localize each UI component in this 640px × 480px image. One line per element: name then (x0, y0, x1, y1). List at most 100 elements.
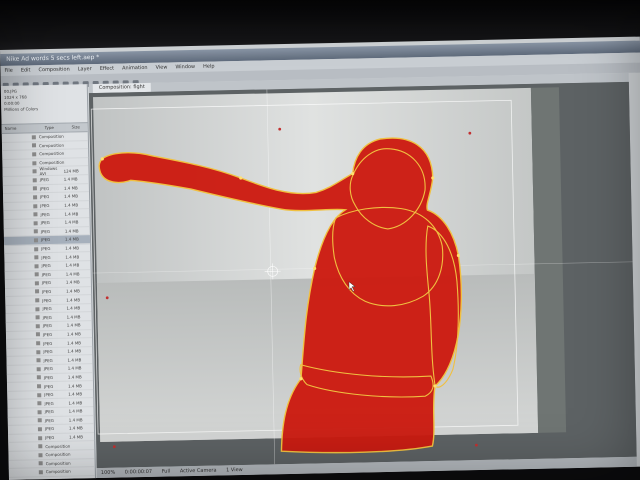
project-panel: 00.JPG 1024 x 768 0:00:00 Millions of Co… (0, 84, 97, 480)
item-size: 1.4 MB (67, 374, 82, 380)
column-size[interactable]: Size (69, 123, 80, 131)
footage-icon (34, 272, 39, 277)
item-type: JPEG (40, 194, 50, 200)
footage-icon (34, 281, 39, 286)
item-type: Composition (39, 159, 65, 166)
footage-icon (36, 367, 41, 372)
item-type: JPEG (42, 331, 53, 338)
project-item[interactable]: Composition (8, 475, 96, 480)
footage-icon (37, 392, 42, 397)
composition-icon (31, 135, 36, 140)
item-size: 1.4 MB (65, 271, 80, 277)
view-layout-menu[interactable]: 1 View (226, 467, 243, 473)
footage-icon (35, 289, 40, 294)
item-type: Composition (38, 142, 65, 149)
item-type: JPEG (40, 211, 50, 217)
footage-icon (34, 246, 39, 251)
item-size: 1.4 MB (64, 193, 78, 200)
item-size: 1.4 MB (65, 245, 80, 251)
footage-icon (33, 238, 39, 243)
item-type: Composition (38, 133, 64, 140)
item-type: JPEG (44, 409, 54, 415)
footage-icon (37, 418, 42, 423)
item-type: JPEG (43, 357, 53, 363)
item-size: 1.4 MB (67, 365, 82, 371)
composition-icon (38, 444, 43, 449)
composition-viewer[interactable] (88, 81, 637, 469)
footage-icon (36, 375, 41, 380)
column-name[interactable]: Name (2, 124, 42, 133)
resolution-menu[interactable]: Full (162, 469, 171, 475)
item-type: JPEG (44, 426, 55, 432)
zoom-menu[interactable]: 100% (101, 470, 115, 476)
composition-icon (32, 152, 37, 157)
item-type: JPEG (40, 203, 50, 209)
item-size: 1.4 MB (66, 296, 81, 303)
item-type: JPEG (43, 366, 53, 372)
item-size: 1.4 MB (67, 382, 82, 389)
menu-item-effect[interactable]: Effect (100, 66, 115, 72)
item-type: Composition (45, 451, 71, 458)
item-type: JPEG (41, 263, 51, 269)
menu-item-composition[interactable]: Composition (38, 67, 69, 74)
item-type: JPEG (39, 177, 49, 183)
item-size: 1.4 MB (66, 331, 81, 337)
item-size: 1.4 MB (64, 202, 79, 208)
menu-item-layer[interactable]: Layer (78, 66, 92, 72)
item-size: 1.4 MB (68, 408, 83, 414)
footage-icon (36, 358, 41, 363)
footage-icon (36, 341, 41, 346)
item-type: JPEG (42, 323, 53, 329)
item-type: JPEG (43, 383, 54, 389)
screen: Nike Ad words 5 secs left.aep * File Edit… (0, 36, 640, 480)
composition-icon (31, 143, 37, 148)
menu-item-animation[interactable]: Animation (122, 65, 148, 72)
menu-item-edit[interactable]: Edit (21, 67, 31, 73)
item-size: 1.4 MB (63, 176, 78, 182)
item-size: 1.4 MB (66, 322, 81, 329)
item-size: 1.4 MB (64, 236, 79, 243)
item-type: JPEG (43, 374, 54, 381)
footage-icon (37, 427, 42, 432)
footage-icon (33, 212, 38, 217)
menu-item-view[interactable]: View (155, 64, 167, 70)
project-info: 00.JPG 1024 x 768 0:00:00 Millions of Co… (1, 84, 88, 124)
item-size: 1.4 MB (68, 391, 83, 397)
footage-icon (35, 306, 40, 311)
column-type[interactable]: Type (42, 124, 69, 133)
composition-icon (38, 461, 43, 466)
window-title: Nike Ad words 5 secs left.aep * (6, 53, 100, 63)
composition-frame (88, 81, 637, 469)
menu-item-file[interactable]: File (4, 68, 12, 74)
item-size: 1.4 MB (67, 348, 82, 354)
footage-icon (35, 315, 40, 320)
current-time[interactable]: 0:00:00:07 (125, 469, 152, 476)
item-size: 1.4 MB (64, 211, 79, 217)
camera-menu[interactable]: Active Camera (180, 468, 217, 475)
item-type: Composition (45, 460, 71, 466)
item-type: JPEG (41, 271, 51, 277)
item-size: 1.4 MB (69, 434, 84, 440)
item-type: JPEG (42, 288, 52, 295)
item-type: JPEG (41, 246, 51, 252)
item-size: 1.4 MB (67, 357, 82, 363)
footage-icon (33, 203, 38, 208)
footage-icon (33, 195, 38, 200)
item-type: Windows AVI (39, 165, 58, 177)
footage-icon (33, 220, 38, 226)
item-type: Composition (45, 469, 71, 475)
menu-item-help[interactable]: Help (203, 64, 215, 70)
item-type: JPEG (41, 254, 51, 260)
item-size: 1.4 MB (66, 305, 81, 311)
menu-item-window[interactable]: Window (175, 64, 195, 70)
item-type: JPEG (42, 297, 52, 303)
item-size: 1.4 MB (64, 219, 79, 225)
footage-icon (37, 401, 42, 406)
item-type: Composition (45, 443, 71, 449)
footage-icon (35, 324, 40, 329)
item-size: 1.4 MB (68, 417, 83, 423)
item-size: 1.4 MB (64, 228, 79, 234)
item-size: 1.4 MB (67, 339, 82, 346)
item-size: 1.4 MB (63, 185, 78, 191)
item-type: Composition (39, 151, 65, 157)
